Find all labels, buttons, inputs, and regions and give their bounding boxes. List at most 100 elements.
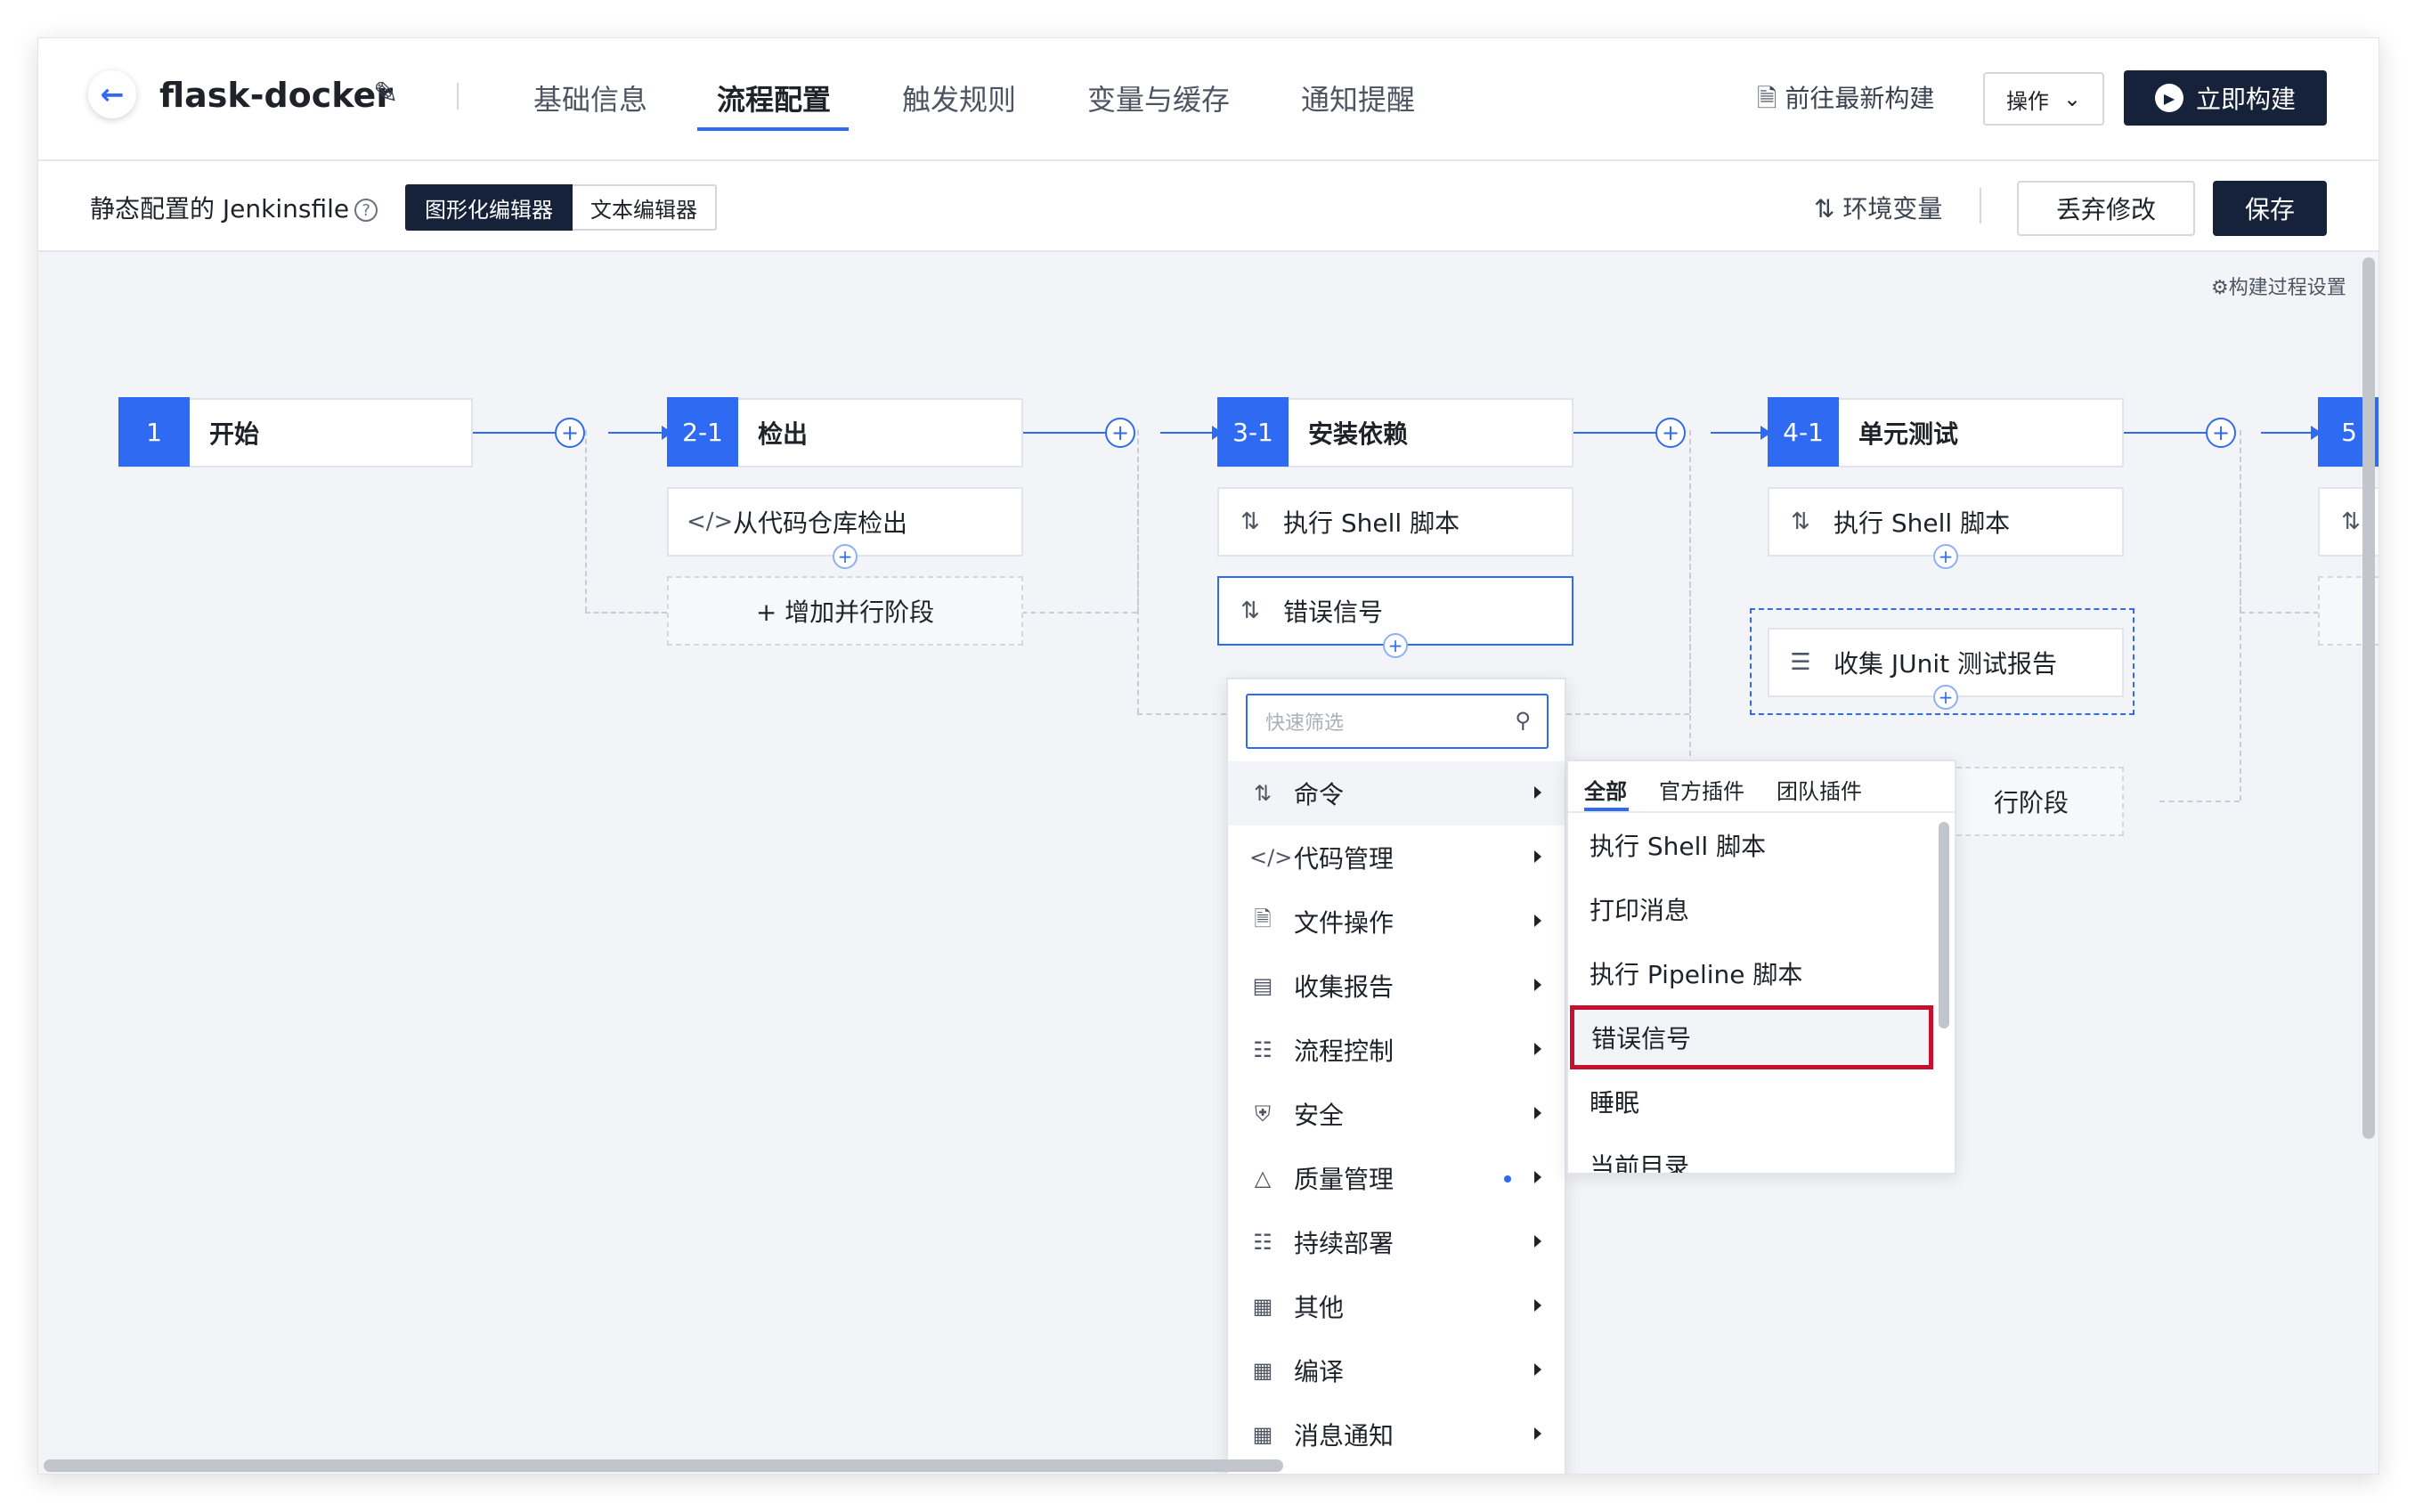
vertical-scrollbar[interactable]: [2362, 257, 2375, 1139]
submenu-item[interactable]: 执行 Pipeline 脚本: [1568, 941, 1931, 1005]
flow-line: [1160, 432, 1214, 434]
category-label: 消息通知: [1294, 1421, 1395, 1451]
flow-line: [1711, 432, 1762, 434]
build-settings-link[interactable]: ⚙构建过程设置: [2211, 272, 2346, 300]
category-item[interactable]: ▦ 编译: [1228, 1338, 1565, 1402]
submenu-scrollbar[interactable]: [1939, 822, 1949, 1028]
static-config-label: 静态配置的 Jenkinsfile?: [90, 190, 378, 225]
latest-build-link[interactable]: 🗎 前往最新构建: [1757, 79, 1934, 123]
submenu-item[interactable]: 睡眠: [1568, 1069, 1931, 1134]
branch-line: [1689, 430, 1691, 801]
category-item[interactable]: △ 质量管理: [1228, 1146, 1565, 1210]
category-item[interactable]: ⛨ 安全: [1228, 1082, 1565, 1146]
deploy-icon: ☷: [1253, 1230, 1273, 1255]
submenu-tabs: 全部 官方插件 团队插件: [1568, 761, 1955, 813]
add-stage-button[interactable]: +: [1655, 418, 1686, 448]
build-now-label: 立即构建: [2195, 85, 2296, 114]
help-icon[interactable]: ?: [354, 199, 378, 222]
add-stage-button[interactable]: +: [555, 418, 585, 448]
branch-line: [2240, 430, 2241, 612]
tab-variables-cache[interactable]: 变量与缓存: [1087, 77, 1230, 118]
add-step-button[interactable]: +: [1933, 685, 1958, 710]
caret-right-icon: [1534, 915, 1541, 927]
category-label: 其他: [1294, 1293, 1345, 1322]
file-icon: 🗎: [1254, 906, 1272, 931]
category-item[interactable]: ⇅ 命令: [1228, 761, 1565, 825]
caret-right-icon: [1534, 1171, 1541, 1183]
gear-icon: ⚙: [2211, 277, 2229, 299]
flow-line: [2261, 432, 2313, 434]
sliders-icon: ⇅: [2341, 508, 2361, 535]
add-stage-button[interactable]: +: [2206, 418, 2236, 448]
submenu-item[interactable]: 执行 Shell 脚本: [1568, 813, 1931, 877]
category-item[interactable]: ▦ 消息通知: [1228, 1402, 1565, 1467]
stage-card[interactable]: 1 开始: [118, 397, 473, 467]
discard-button[interactable]: 丢弃修改: [2017, 181, 2195, 236]
add-parallel-stage-button[interactable]: + 增加并行阶段: [667, 576, 1023, 646]
category-item[interactable]: ▤ 收集报告: [1228, 954, 1565, 1018]
tab-basic-info[interactable]: 基础信息: [533, 77, 647, 118]
latest-build-label: 前往最新构建: [1785, 84, 1935, 113]
add-step-button[interactable]: +: [833, 544, 858, 569]
app-window: ← flask-docker ✎ 基础信息 流程配置 触发规则 变量与缓存 通知…: [37, 37, 2379, 1475]
step-submenu: 全部 官方插件 团队插件 执行 Shell 脚本 打印消息 执行 Pipelin…: [1566, 760, 1956, 1175]
horizontal-scrollbar[interactable]: [44, 1459, 1283, 1472]
operate-dropdown[interactable]: 操作 ⌄: [1983, 72, 2104, 126]
stage-card[interactable]: 2-1 检出: [667, 397, 1023, 467]
tab-notifications[interactable]: 通知提醒: [1301, 77, 1415, 118]
submenu-item[interactable]: 当前目录: [1568, 1134, 1931, 1173]
step-label: 执行 Shell 脚本: [1834, 508, 2011, 538]
chevron-down-icon: ⌄: [2062, 86, 2082, 111]
submenu-item-highlighted[interactable]: 错误信号: [1570, 1005, 1933, 1069]
category-item[interactable]: ☷ 持续部署: [1228, 1210, 1565, 1274]
tab-trigger-rules[interactable]: 触发规则: [902, 77, 1016, 118]
add-step-button[interactable]: +: [1933, 544, 1958, 569]
quick-filter-input[interactable]: 快速筛选 ⚲: [1246, 694, 1549, 749]
stage-number: 3-1: [1217, 397, 1289, 467]
stage-number: 1: [118, 397, 190, 467]
grid-icon: ▦: [1252, 1294, 1273, 1319]
static-config-text: 静态配置的 Jenkinsfile: [90, 194, 350, 224]
top-bar: ← flask-docker ✎ 基础信息 流程配置 触发规则 变量与缓存 通知…: [38, 38, 2378, 161]
submenu-tab-all[interactable]: 全部: [1584, 774, 1627, 805]
caret-right-icon: [1534, 1107, 1541, 1119]
category-label: 文件操作: [1294, 908, 1395, 938]
category-item[interactable]: </> 代码管理: [1228, 825, 1565, 890]
step-category-menu: 快速筛选 ⚲ ⇅ 命令 </> 代码管理 🗎 文件操作 ▤ 收集报告 ☷ 流程控制 ⛨ 安全 …: [1226, 678, 1566, 1474]
category-item[interactable]: ☷ 流程控制: [1228, 1018, 1565, 1082]
back-button[interactable]: ←: [88, 70, 136, 118]
pipeline-canvas[interactable]: ⚙构建过程设置 + + + + 1 开始 2-1 检出 3-1 安装依赖 4-1…: [38, 252, 2378, 1474]
stage-card[interactable]: 3-1 安装依赖: [1217, 397, 1573, 467]
stage-card[interactable]: 4-1 单元测试: [1768, 397, 2124, 467]
graph-editor-toggle[interactable]: 图形化编辑器: [405, 184, 573, 231]
branch-line: [585, 430, 587, 612]
submenu-item[interactable]: 打印消息: [1568, 877, 1931, 941]
category-item[interactable]: 🗎 文件操作: [1228, 890, 1565, 954]
env-vars-label: 环境变量: [1842, 194, 1943, 224]
step-shell[interactable]: ⇅ 执行 Shell 脚本: [1217, 487, 1573, 557]
step-label: 错误信号: [1283, 597, 1384, 627]
stage-title: 检出: [758, 419, 809, 449]
add-stage-button[interactable]: +: [1105, 418, 1135, 448]
text-editor-toggle[interactable]: 文本编辑器: [573, 184, 717, 231]
submenu-tab-official[interactable]: 官方插件: [1659, 774, 1744, 805]
sliders-icon: ⇅: [1253, 781, 1273, 806]
env-vars-button[interactable]: ⇅ 环境变量: [1814, 190, 1942, 225]
arrow-left-icon: ←: [100, 77, 125, 111]
edit-icon[interactable]: ✎: [373, 76, 399, 111]
tab-pipeline-config[interactable]: 流程配置: [717, 77, 831, 118]
filter-placeholder: 快速筛选: [1265, 712, 1345, 735]
save-button[interactable]: 保存: [2213, 181, 2327, 236]
category-label: 质量管理: [1294, 1165, 1395, 1194]
submenu-tab-team[interactable]: 团队插件: [1777, 774, 1862, 805]
add-step-button[interactable]: +: [1383, 633, 1408, 658]
caret-right-icon: [1534, 1299, 1541, 1312]
build-now-button[interactable]: ▶ 立即构建: [2124, 70, 2327, 126]
step-label: 执行 Shell 脚本: [1283, 508, 1460, 538]
category-label: 流程控制: [1294, 1036, 1395, 1066]
active-tab-indicator: [697, 127, 849, 131]
category-item[interactable]: ▦ 其他: [1228, 1274, 1565, 1338]
divider: [457, 83, 459, 110]
caret-right-icon: [1534, 1235, 1541, 1248]
category-label: 收集报告: [1294, 972, 1395, 1002]
